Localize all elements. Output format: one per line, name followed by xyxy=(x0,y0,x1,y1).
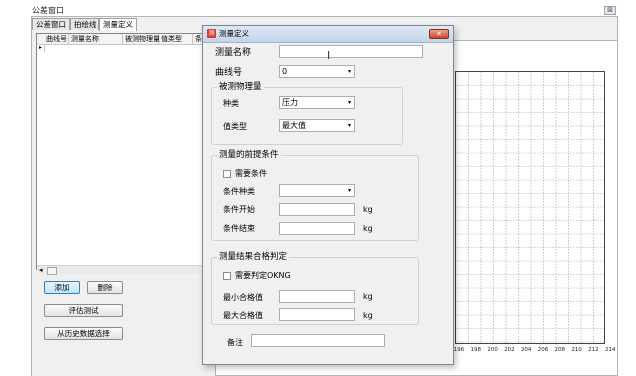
chevron-down-icon: ▾ xyxy=(347,68,351,75)
col-header-measure-name[interactable]: 测量名称 xyxy=(69,34,123,44)
min-value-label: 最小合格值 xyxy=(223,293,263,302)
chevron-down-icon: ▾ xyxy=(347,99,351,106)
need-judge-checkbox[interactable] xyxy=(223,272,231,280)
x-tick-label: 206 xyxy=(537,347,549,353)
result-judge-group-title: 测量结果合格判定 xyxy=(217,252,290,262)
condition-end-unit: kg xyxy=(363,224,373,233)
x-tick-label: 198 xyxy=(470,347,482,353)
measure-grid[interactable]: 曲线号 测量名称 被测物理量 值类型 条 ▸ xyxy=(36,33,208,270)
curve-no-select[interactable]: 0 ▾ xyxy=(279,65,355,78)
condition-end-input[interactable] xyxy=(279,222,355,235)
text-cursor-icon: I xyxy=(327,49,331,62)
grid-horizontal-scrollbar[interactable]: ◂ xyxy=(37,265,207,275)
x-tick-label: 210 xyxy=(571,347,582,353)
grid-header: 曲线号 测量名称 被测物理量 值类型 条 xyxy=(37,34,207,45)
tab-measure-definition[interactable]: 测量定义 xyxy=(99,18,137,31)
plot-grid-svg xyxy=(456,72,604,343)
chevron-down-icon: ▾ xyxy=(347,122,351,129)
max-value-label: 最大合格值 xyxy=(223,311,263,320)
condition-start-label: 条件开始 xyxy=(223,205,255,214)
x-tick-label: 202 xyxy=(504,347,515,353)
condition-kind-select[interactable]: ▾ xyxy=(279,184,355,197)
x-tick-label: 200 xyxy=(487,347,498,353)
value-type-select[interactable]: 最大值 ▾ xyxy=(279,119,355,132)
curve-no-value: 0 xyxy=(282,67,288,76)
precondition-group-title: 测量的前提条件 xyxy=(217,150,281,160)
col-header-value-type[interactable]: 值类型 xyxy=(159,34,193,44)
x-tick-label: 214 xyxy=(604,347,616,353)
x-tick-label: 204 xyxy=(520,347,532,353)
measure-definition-dialog: 测 测量定义 ✕ 测量名称 I 曲线号 0 ▾ 被测物理量 种类 压力 ▾ 值类… xyxy=(202,25,454,365)
max-value-input[interactable] xyxy=(279,308,355,321)
value-type-value: 最大值 xyxy=(282,121,306,130)
app-icon: 测 xyxy=(207,29,216,38)
measured-qty-group-title: 被测物理量 xyxy=(217,82,264,92)
dialog-title-bar[interactable]: 测 测量定义 ✕ xyxy=(203,26,453,43)
scroll-thumb[interactable] xyxy=(47,267,57,275)
condition-end-label: 条件结束 xyxy=(223,224,255,233)
x-tick-label: 208 xyxy=(554,347,566,353)
min-value-unit: kg xyxy=(363,292,373,301)
max-value-unit: kg xyxy=(363,311,373,320)
condition-kind-label: 条件种类 xyxy=(223,187,255,196)
kind-select[interactable]: 压力 ▾ xyxy=(279,96,355,109)
need-condition-checkbox[interactable] xyxy=(223,170,231,178)
need-judge-label: 需要判定OKNG xyxy=(235,271,291,280)
delete-button[interactable]: 删除 xyxy=(87,281,123,294)
window-title: 公差窗口 xyxy=(32,6,64,15)
x-tick-label: 196 xyxy=(453,347,465,353)
chevron-down-icon: ▾ xyxy=(347,187,351,194)
add-button[interactable]: 添加 xyxy=(44,281,80,294)
value-type-label: 值类型 xyxy=(223,122,247,131)
tab-plot-line[interactable]: 拍绘线 xyxy=(70,18,99,30)
remark-input[interactable] xyxy=(251,334,385,347)
eval-test-button[interactable]: 评估测试 xyxy=(44,304,123,317)
kind-value: 压力 xyxy=(282,98,298,107)
window-close-icon[interactable]: ⊠ xyxy=(604,6,616,15)
tab-tolerance-window[interactable]: 公差窗口 xyxy=(32,18,70,30)
dialog-close-button[interactable]: ✕ xyxy=(429,29,449,39)
scroll-left-icon[interactable]: ◂ xyxy=(39,266,43,275)
dialog-title: 测量定义 xyxy=(219,29,249,38)
need-condition-label: 需要条件 xyxy=(235,169,267,178)
x-tick-label: 212 xyxy=(588,347,599,353)
condition-start-input[interactable] xyxy=(279,203,355,216)
plot-area xyxy=(455,71,605,344)
col-header-curve-no[interactable]: 曲线号 xyxy=(44,34,69,44)
x-axis-ticks: 196 198 200 202 204 206 208 210 212 214 xyxy=(453,345,616,355)
col-header-measured-qty[interactable]: 被测物理量 xyxy=(123,34,160,44)
measure-name-input[interactable] xyxy=(279,45,423,58)
curve-no-label: 曲线号 xyxy=(215,68,243,78)
measure-name-label: 测量名称 xyxy=(215,48,252,58)
kind-label: 种类 xyxy=(223,99,239,108)
condition-start-unit: kg xyxy=(363,205,373,214)
min-value-input[interactable] xyxy=(279,290,355,303)
history-select-button[interactable]: 从历史数据选择 xyxy=(44,327,123,340)
row-selector-icon[interactable]: ▸ xyxy=(37,44,45,52)
remark-label: 备注 xyxy=(227,338,243,347)
